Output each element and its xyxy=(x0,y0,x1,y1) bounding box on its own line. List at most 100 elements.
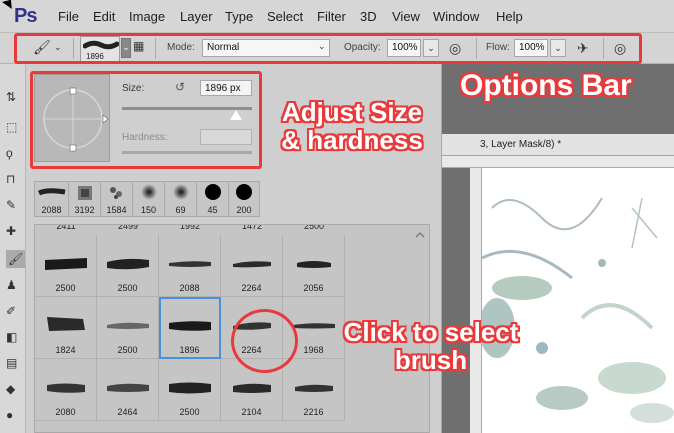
brush-preset[interactable]: 2056 xyxy=(283,235,345,297)
brush-selection-highlight xyxy=(231,309,298,373)
annotation-line: brush xyxy=(394,345,468,376)
brush-size-label: 2264 xyxy=(241,283,262,293)
brush-tip-thumbnail xyxy=(110,187,122,199)
brush-tip-thumbnail xyxy=(107,322,149,329)
brush-size-label: 1824 xyxy=(55,345,76,355)
grid-top-partial-row: 2411 2499 1992 1472 2500 xyxy=(35,225,347,235)
recent-brush[interactable]: 150 xyxy=(133,182,165,216)
menu-select[interactable]: Select xyxy=(267,9,303,24)
options-bar-highlight xyxy=(14,33,642,64)
brush-size-label: 2500 xyxy=(55,283,76,293)
brush-preset[interactable]: 2500 xyxy=(97,235,159,297)
brush-preset[interactable]: 2464 xyxy=(97,359,159,421)
brush-tip-thumbnail xyxy=(141,184,157,200)
recent-brushes-row: 2088 3192 1584 150 69 45 200 xyxy=(34,181,260,217)
recent-brush[interactable]: 200 xyxy=(229,182,259,216)
brush-size-label: 2411 xyxy=(56,225,76,231)
menu-help[interactable]: Help xyxy=(496,9,523,24)
brush-tip-thumbnail xyxy=(37,188,66,196)
menu-type[interactable]: Type xyxy=(225,9,253,24)
document-tab[interactable]: 3, Layer Mask/8) * xyxy=(442,134,674,156)
brush-tip-thumbnail xyxy=(293,323,335,329)
annotation-line: Adjust Size xyxy=(281,97,423,127)
brush-size-label: 2056 xyxy=(303,283,324,293)
brush-size-label: 2216 xyxy=(303,407,324,417)
brush-size-label: 1896 xyxy=(179,345,200,355)
brush-tip-thumbnail xyxy=(233,261,271,268)
vertical-ruler xyxy=(470,168,482,433)
brush-size-label: 1472 xyxy=(241,225,263,231)
brush-tip-thumbnail xyxy=(78,186,92,200)
brush-tip-thumbnail xyxy=(169,261,211,267)
menu-filter[interactable]: Filter xyxy=(317,9,346,24)
brush-preset[interactable]: 2500 xyxy=(159,359,221,421)
brush-size-label: 1992 xyxy=(179,225,201,231)
click-to-select-annotation: Click to select brush xyxy=(336,318,526,374)
eyedropper-tool-icon[interactable]: ✎ xyxy=(6,198,16,212)
size-hardness-highlight xyxy=(30,71,262,169)
brush-size-label: 2500 xyxy=(179,407,200,417)
menu-edit[interactable]: Edit xyxy=(93,9,115,24)
lasso-tool-icon[interactable]: ϙ xyxy=(6,146,13,160)
annotation-line: Click to select xyxy=(343,317,519,347)
brush-tip-thumbnail xyxy=(45,258,87,270)
annotation-line: & hardness xyxy=(281,125,423,156)
artwork-image xyxy=(482,197,674,423)
blur-tool-icon[interactable]: ◆ xyxy=(6,382,15,396)
menu-image[interactable]: Image xyxy=(129,9,165,24)
brush-preset[interactable]: 1824 xyxy=(35,297,97,359)
gradient-tool-icon[interactable]: ▤ xyxy=(6,356,17,370)
brush-tip-thumbnail xyxy=(173,184,189,200)
eraser-tool-icon[interactable]: ◧ xyxy=(6,330,17,344)
brush-preset[interactable]: 2500 xyxy=(97,297,159,359)
menu-layer[interactable]: Layer xyxy=(180,9,213,24)
brush-size-label: 2464 xyxy=(117,407,138,417)
brush-preset-selected[interactable]: 1896 xyxy=(159,297,221,359)
brush-size-label: 2088 xyxy=(179,283,200,293)
brush-size-label: 2500 xyxy=(303,225,325,231)
brush-tip-thumbnail xyxy=(297,261,331,268)
brush-tip-thumbnail xyxy=(233,383,271,393)
menu-3d[interactable]: 3D xyxy=(360,9,377,24)
crop-tool-icon[interactable]: ⊓ xyxy=(6,172,15,186)
menu-view[interactable]: View xyxy=(392,9,420,24)
stamp-tool-icon[interactable]: ♟ xyxy=(6,278,17,292)
brush-tip-thumbnail xyxy=(295,384,333,392)
document-canvas[interactable] xyxy=(482,168,674,433)
recent-brush[interactable]: 3192 xyxy=(69,182,101,216)
brush-size-label: 2080 xyxy=(55,407,76,417)
history-brush-icon[interactable]: ✐ xyxy=(6,304,16,318)
recent-brush[interactable]: 1584 xyxy=(101,182,133,216)
brush-tip-thumbnail xyxy=(47,317,85,331)
brush-preset[interactable]: 2080 xyxy=(35,359,97,421)
brush-tip-thumbnail xyxy=(236,184,252,200)
brush-size-label: 2088 xyxy=(41,205,62,215)
dodge-tool-icon[interactable]: ● xyxy=(6,408,13,422)
menu-file[interactable]: File xyxy=(58,9,79,24)
marquee-tool-icon[interactable]: ⬚ xyxy=(6,120,17,134)
recent-brush[interactable]: 2088 xyxy=(35,182,69,216)
move-tool-icon[interactable]: ⇅ xyxy=(6,90,16,104)
recent-brush[interactable]: 69 xyxy=(165,182,197,216)
brush-tip-thumbnail xyxy=(107,258,149,270)
menu-window[interactable]: Window xyxy=(433,9,479,24)
brush-size-label: 2500 xyxy=(117,283,138,293)
brush-tip-thumbnail xyxy=(205,184,221,200)
brush-tip-thumbnail xyxy=(47,383,85,393)
brush-preset[interactable]: 2500 xyxy=(35,235,97,297)
brush-size-label: 69 xyxy=(175,205,186,215)
brush-size-label: 2499 xyxy=(117,225,139,231)
tools-panel: ⇅ ⬚ ϙ ⊓ ✎ ✚ 🖌 ♟ ✐ ◧ ▤ ◆ ● xyxy=(0,64,26,433)
brush-preset[interactable]: 2264 xyxy=(221,235,283,297)
brush-size-label: 2500 xyxy=(117,345,138,355)
brush-preset[interactable]: 2088 xyxy=(159,235,221,297)
brush-size-label: 45 xyxy=(207,205,218,215)
brush-size-label: 2104 xyxy=(241,407,262,417)
recent-brush[interactable]: 45 xyxy=(197,182,229,216)
brush-size-label: 3192 xyxy=(74,205,95,215)
healing-tool-icon[interactable]: ✚ xyxy=(6,224,16,238)
menu-bar: Ps File Edit Image Layer Type Select Fil… xyxy=(0,0,674,33)
brush-tip-thumbnail xyxy=(169,382,211,394)
brush-tool-icon[interactable]: 🖌 xyxy=(6,250,26,268)
brush-tip-thumbnail xyxy=(107,383,149,392)
